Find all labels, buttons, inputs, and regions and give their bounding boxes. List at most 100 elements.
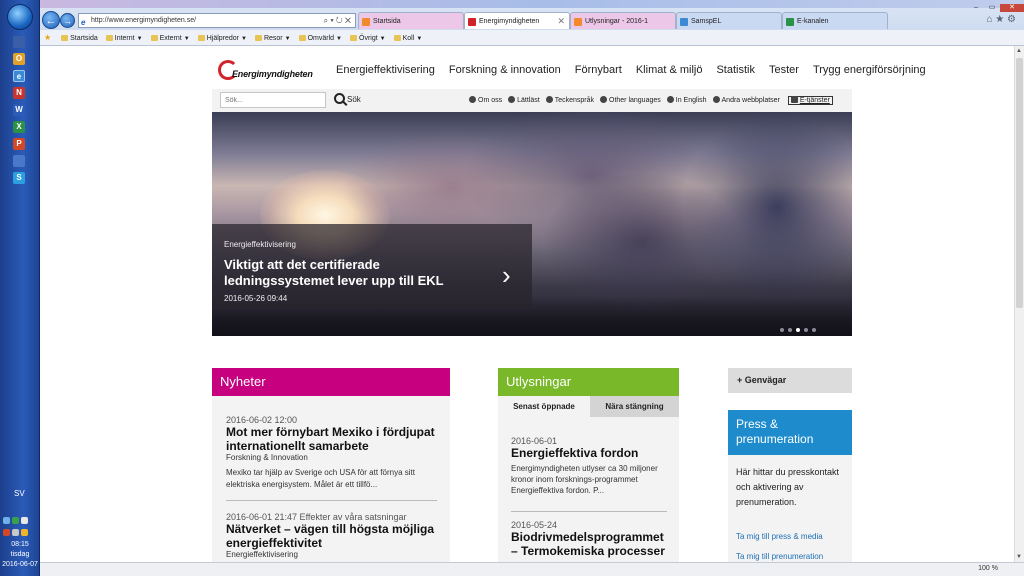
address-bar[interactable]: e http://www.energimyndigheten.se/ ⌕ ▾ ↻… [78, 13, 356, 28]
call-title[interactable]: Biodrivmedelsprogrammet – Termokemiska p… [511, 530, 671, 558]
excel-icon[interactable]: X [13, 121, 25, 133]
press-heading[interactable]: Press & prenumeration [728, 410, 852, 455]
desktop-icon[interactable] [13, 36, 25, 48]
news-item[interactable]: 2016-06-01 21:47 Effekter av våra satsni… [226, 512, 440, 559]
nav-item[interactable]: Statistik [716, 64, 755, 76]
start-button[interactable] [7, 4, 33, 30]
call-item[interactable]: 2016-06-01 Energieffektiva fordon Energi… [511, 436, 671, 496]
tab-recent[interactable]: Senast öppnade [498, 396, 590, 417]
news-title[interactable]: Mot mer förnybart Mexiko i fördjupat int… [226, 425, 440, 453]
carousel-dot[interactable] [780, 328, 784, 332]
utility-link[interactable]: Om oss [469, 96, 502, 104]
hero-title[interactable]: Viktigt att det certifierade ledningssys… [224, 257, 464, 289]
nav-item[interactable]: Energieffektivisering [336, 64, 435, 76]
hero-category: Energieffektivisering [224, 240, 296, 249]
hero-carousel[interactable]: Energieffektivisering Viktigt att det ce… [212, 112, 852, 336]
carousel-dot[interactable] [804, 328, 808, 332]
search-button[interactable]: Sök [334, 92, 361, 108]
dropdown-caret-icon: ▼ [183, 36, 190, 42]
carousel-dot[interactable] [788, 328, 792, 332]
utility-link[interactable]: Other languages [600, 96, 661, 104]
favorite-label: Omvärld [307, 35, 335, 42]
nav-item[interactable]: Trygg energiförsörjning [813, 64, 926, 76]
next-slide-chevron-icon[interactable]: › [502, 260, 511, 291]
utility-link[interactable]: Lättläst [508, 96, 540, 104]
dropdown-caret-icon: ▼ [336, 36, 342, 42]
app-icon[interactable] [13, 155, 25, 167]
tools-gear-icon[interactable]: ⚙ [1007, 14, 1016, 25]
utility-links: Om oss Lättläst Teckenspråk Other languages… [469, 96, 833, 105]
carousel-dots[interactable] [780, 323, 820, 335]
skype-icon[interactable]: S [13, 172, 25, 184]
main-navigation: Energieffektivisering Forskning & innovat… [336, 64, 940, 76]
close-tab-icon[interactable]: ✕ [557, 13, 565, 29]
clock-day: tisdag [10, 551, 30, 558]
home-icon[interactable]: ⌂ [986, 14, 992, 25]
scrollbar-thumb[interactable] [1016, 58, 1023, 308]
tab-samspel[interactable]: SamspEL [676, 12, 782, 29]
shortcuts-toggle[interactable]: + Genvägar [728, 368, 852, 393]
tab-closing[interactable]: Nära stängning [590, 396, 679, 417]
call-item[interactable]: 2016-05-24 Biodrivmedelsprogrammet – Ter… [511, 520, 671, 558]
calls-tabs: Senast öppnade Nära stängning [498, 396, 679, 417]
news-heading[interactable]: Nyheter [212, 368, 450, 396]
search-input[interactable] [220, 92, 326, 108]
utility-link[interactable]: In English [666, 96, 707, 104]
favorite-startsida[interactable]: Startsida [61, 31, 98, 47]
etjanster-link[interactable]: E-tjänster [787, 96, 833, 105]
carousel-dot[interactable] [796, 328, 800, 332]
tab-energimyndigheten[interactable]: Energimyndigheten ✕ [464, 12, 570, 29]
favorite-omvärld[interactable]: Omvärld ▼ [298, 31, 342, 47]
back-button[interactable]: ← [42, 11, 60, 29]
call-title[interactable]: Energieffektiva fordon [511, 446, 671, 460]
tab-utlysningar-2016-1[interactable]: Utlysningar - 2016-1 [570, 12, 676, 29]
internet-explorer-icon[interactable]: e [13, 70, 25, 82]
favorite-resor[interactable]: Resor ▼ [254, 31, 291, 47]
forward-button[interactable]: → [60, 13, 75, 28]
press-media-link[interactable]: Ta mig till press & media [736, 532, 823, 541]
sign-language-icon [545, 96, 553, 103]
news-panel: Nyheter 2016-06-02 12:00 Mot mer förnyba… [212, 368, 450, 562]
onenote-icon[interactable]: N [13, 87, 25, 99]
favorite-koll[interactable]: Koll ▼ [393, 31, 422, 47]
address-tools[interactable]: ⌕ ▾ ↻ ✕ [324, 14, 351, 27]
favorite-övrigt[interactable]: Övrigt ▼ [350, 31, 386, 47]
carousel-dot[interactable] [812, 328, 816, 332]
vertical-scrollbar[interactable]: ▲ ▼ [1014, 46, 1024, 562]
nav-item[interactable]: Klimat & miljö [636, 64, 703, 76]
maximize-button[interactable]: ▭ [984, 4, 1000, 12]
add-favorite-star-icon[interactable]: ★ [44, 30, 51, 46]
hero-caption[interactable]: Energieffektivisering Viktigt att det ce… [212, 224, 532, 309]
outlook-icon[interactable]: O [13, 53, 25, 65]
calls-heading[interactable]: Utlysningar [498, 368, 679, 396]
nav-item[interactable]: Förnybart [575, 64, 622, 76]
tab-startsida[interactable]: Startsida [358, 12, 464, 29]
scroll-down-icon[interactable]: ▼ [1016, 554, 1022, 560]
favorites-star-icon[interactable]: ★ [995, 14, 1004, 25]
tab-e-kanalen[interactable]: E-kanalen [782, 12, 888, 29]
favorite-externt[interactable]: Externt ▼ [150, 31, 190, 47]
news-title[interactable]: Nätverket – vägen till högsta möjliga en… [226, 522, 440, 550]
subscription-link[interactable]: Ta mig till prenumeration [736, 552, 823, 561]
powerpoint-icon[interactable]: P [13, 138, 25, 150]
favorite-label: Hjälpredor [206, 35, 239, 42]
toolbar-icons[interactable]: ⌂ ★ ⚙ [986, 14, 1016, 25]
utility-link-label: Other languages [609, 97, 661, 104]
nav-item[interactable]: Forskning & innovation [449, 64, 561, 76]
clock[interactable]: 08:15 tisdag 2016-06-07 [0, 540, 40, 570]
minimize-button[interactable]: – [968, 4, 984, 12]
scroll-up-icon[interactable]: ▲ [1016, 48, 1022, 54]
language-indicator[interactable]: SV [14, 489, 25, 498]
news-item[interactable]: 2016-06-02 12:00 Mot mer förnybart Mexik… [226, 415, 440, 491]
nav-item[interactable]: Tester [769, 64, 799, 76]
utility-link[interactable]: Teckenspråk [545, 96, 594, 104]
close-window-button[interactable]: ✕ [1000, 4, 1024, 12]
zoom-level[interactable]: 100 % [978, 565, 998, 572]
word-icon[interactable]: W [13, 104, 25, 116]
system-tray[interactable] [2, 516, 38, 536]
favorite-hjälpredor[interactable]: Hjälpredor ▼ [197, 31, 247, 47]
call-date: 2016-06-01 [511, 436, 558, 446]
utility-link[interactable]: Andra webbplatser [712, 96, 780, 104]
folder-icon [61, 35, 69, 41]
favorite-internt[interactable]: Internt ▼ [105, 31, 143, 47]
